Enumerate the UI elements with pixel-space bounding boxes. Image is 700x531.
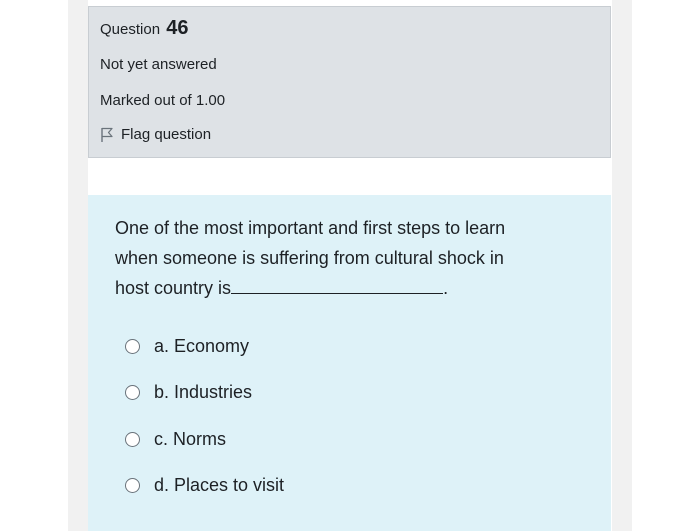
prompt-line-3-prefix: host country is — [115, 278, 232, 298]
radio-a[interactable] — [125, 339, 140, 354]
radio-b[interactable] — [125, 385, 140, 400]
question-heading: Question 46 — [100, 17, 188, 40]
option-a-label: a. Economy — [154, 336, 250, 356]
flag-icon — [101, 127, 113, 142]
option-b-label: b. Industries — [154, 382, 253, 402]
option-c-label: c. Norms — [154, 429, 226, 449]
answer-blank — [231, 277, 444, 294]
question-status: Not yet answered — [100, 56, 217, 73]
question-marks: Marked out of 1.00 — [100, 92, 226, 109]
left-gutter — [68, 0, 88, 531]
question-info-panel: Question 46 Not yet answered Marked out … — [88, 6, 611, 158]
question-prompt: One of the most important and first step… — [115, 213, 585, 303]
flag-question-label: Flag question — [121, 126, 212, 143]
prompt-line-2: when someone is suffering from cultural … — [115, 248, 504, 268]
option-b[interactable]: b. Industries — [125, 382, 252, 403]
radio-c[interactable] — [125, 432, 140, 447]
option-a[interactable]: a. Economy — [125, 336, 249, 357]
prompt-line-3-suffix: . — [443, 278, 449, 298]
question-content: One of the most important and first step… — [88, 195, 611, 531]
prompt-line-1: One of the most important and first step… — [115, 218, 506, 238]
right-gutter — [612, 0, 632, 531]
flag-question-link[interactable]: Flag question — [100, 126, 211, 143]
prompt-line-3: host country is. — [115, 273, 585, 303]
option-d-label: d. Places to visit — [154, 475, 285, 495]
quiz-page: Question 46 Not yet answered Marked out … — [0, 0, 700, 531]
question-label: Question — [100, 21, 161, 38]
question-number: 46 — [166, 17, 189, 39]
option-c[interactable]: c. Norms — [125, 429, 226, 450]
option-d[interactable]: d. Places to visit — [125, 475, 284, 496]
radio-d[interactable] — [125, 478, 140, 493]
